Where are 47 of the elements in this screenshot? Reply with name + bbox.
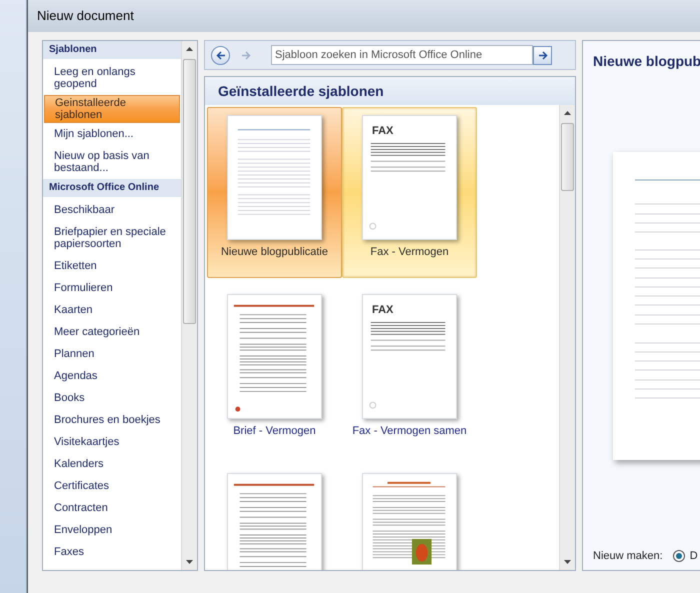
- right-arrow-icon: [538, 50, 548, 60]
- scroll-down-icon[interactable]: [186, 560, 193, 564]
- scroll-up-icon[interactable]: [186, 47, 193, 51]
- scroll-up-icon[interactable]: [564, 111, 571, 115]
- category-header: Sjablonen: [43, 41, 181, 59]
- window-title: Nieuw document: [37, 7, 134, 26]
- category-header: Microsoft Office Online: [43, 179, 181, 197]
- category-item[interactable]: Contracten: [43, 497, 181, 519]
- template-tile[interactable]: Nieuwe blogpublicatie: [207, 107, 342, 278]
- category-item[interactable]: Nieuw op basis van bestaand...: [43, 145, 181, 179]
- category-item[interactable]: Kalenders: [43, 453, 181, 475]
- category-item[interactable]: Leeg en onlangs geopend: [43, 61, 181, 95]
- back-button[interactable]: [211, 46, 230, 64]
- scrollbar[interactable]: [559, 105, 575, 570]
- category-item[interactable]: Etiketten: [43, 255, 181, 277]
- scroll-thumb[interactable]: [183, 59, 196, 324]
- search-go-button[interactable]: [533, 46, 552, 64]
- category-item[interactable]: Kaarten: [43, 299, 181, 321]
- category-item[interactable]: Plannen: [43, 343, 181, 365]
- category-item[interactable]: Certificates: [43, 475, 181, 497]
- fax-heading: FAX: [372, 126, 394, 137]
- template-tile[interactable]: FAX Fax - Vermogen: [342, 107, 477, 278]
- category-item[interactable]: Visitekaartjes: [43, 431, 181, 453]
- panel-title: Geïnstalleerde sjablonen: [218, 82, 384, 101]
- category-item[interactable]: Brochures en boekjes: [43, 409, 181, 431]
- radio-option[interactable]: D: [672, 548, 698, 564]
- scrollbar[interactable]: [181, 41, 197, 570]
- category-item[interactable]: Books: [43, 387, 181, 409]
- category-item[interactable]: Briefpapier en speciale papiersoorten: [43, 221, 181, 255]
- left-arrow-icon: [216, 50, 226, 60]
- right-arrow-icon: [240, 50, 250, 60]
- category-item[interactable]: Mijn sjablonen...: [43, 123, 181, 145]
- create-label: Nieuw maken:: [593, 548, 663, 564]
- category-item[interactable]: Beschikbaar: [43, 199, 181, 221]
- category-item[interactable]: Agendas: [43, 365, 181, 387]
- template-tile[interactable]: FAX Fax - Vermogen samen: [342, 286, 477, 457]
- radio-button[interactable]: [672, 550, 685, 562]
- category-item[interactable]: Meer categorieën: [43, 321, 181, 343]
- template-tile[interactable]: Brief - Vermogen: [207, 286, 342, 457]
- category-item[interactable]: Enveloppen: [43, 519, 181, 541]
- category-item[interactable]: Formulieren: [43, 277, 181, 299]
- search-field[interactable]: Sjabloon zoeken in Microsoft Office Online: [271, 45, 533, 65]
- scroll-down-icon[interactable]: [564, 560, 571, 564]
- fax-heading: FAX: [372, 305, 394, 316]
- category-item[interactable]: Geinstalleerde sjablonen: [44, 95, 180, 123]
- scroll-thumb[interactable]: [561, 123, 574, 191]
- category-item[interactable]: Faxes: [43, 541, 181, 563]
